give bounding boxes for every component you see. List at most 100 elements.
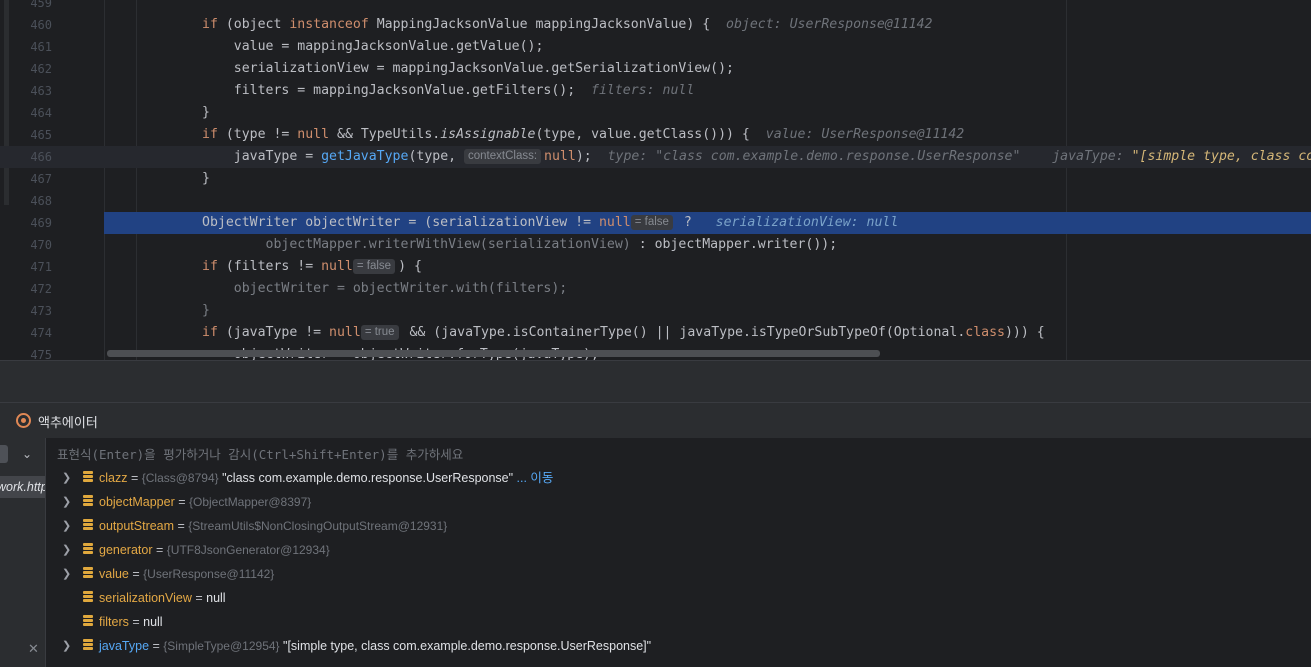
code-line[interactable]: 471 if (filters != null = false) { bbox=[0, 256, 1311, 278]
code-line[interactable]: 460 if (object instanceof MappingJacksonV… bbox=[0, 14, 1311, 36]
variable-row[interactable]: filters = null bbox=[47, 610, 1311, 634]
variable-row[interactable]: ❯ value = {UserResponse@11142} bbox=[47, 562, 1311, 586]
variable-row[interactable]: ❯ outputStream = {StreamUtils$NonClosingO… bbox=[47, 514, 1311, 538]
variable-content: javaType = {SimpleType@12954} "[simple t… bbox=[99, 634, 651, 658]
navigate-link[interactable]: ... 이동 bbox=[513, 471, 554, 485]
code-line[interactable]: 465 if (type != null && TypeUtils.isAssig… bbox=[0, 124, 1311, 146]
code-token: filters = mappingJacksonValue.getFilters… bbox=[202, 83, 592, 98]
expand-arrow-icon[interactable]: ❯ bbox=[62, 466, 71, 490]
debug-value-hint: "[simple type, class com.example.demo.re… bbox=[1131, 149, 1311, 164]
line-number[interactable]: 474 bbox=[12, 322, 52, 344]
variable-name: objectMapper bbox=[99, 495, 175, 509]
chevron-down-icon[interactable]: ⌄ bbox=[22, 447, 32, 461]
watch-expression-input[interactable] bbox=[57, 444, 1257, 464]
variable-content: value = {UserResponse@11142} bbox=[99, 562, 274, 586]
close-icon[interactable]: ✕ bbox=[28, 641, 39, 657]
frames-pane: ⌄ work.http ✕ bbox=[0, 438, 46, 667]
expand-arrow-icon[interactable]: ❯ bbox=[62, 562, 71, 586]
debug-value-hint: object: UserResponse@11142 bbox=[726, 17, 933, 32]
code-line[interactable]: 466 javaType = getJavaType(type, context… bbox=[0, 146, 1311, 168]
variable-name: filters bbox=[99, 615, 129, 629]
expand-arrow-icon[interactable]: ❯ bbox=[62, 538, 71, 562]
code-text: if (object instanceof MappingJacksonValu… bbox=[202, 14, 932, 36]
variables-tree: ❯ clazz = {Class@8794} "class com.example… bbox=[47, 466, 1311, 667]
line-number[interactable]: 468 bbox=[12, 190, 52, 212]
code-line[interactable]: 472 objectWriter = objectWriter.with(fil… bbox=[0, 278, 1311, 300]
field-icon bbox=[83, 543, 93, 556]
line-number[interactable]: 466 bbox=[12, 146, 52, 168]
line-number[interactable]: 467 bbox=[12, 168, 52, 190]
variable-row[interactable]: ❯ javaType = {SimpleType@12954} "[simple … bbox=[47, 634, 1311, 658]
code-line[interactable]: 461 value = mappingJacksonValue.getValue… bbox=[0, 36, 1311, 58]
line-number[interactable]: 472 bbox=[12, 278, 52, 300]
field-icon bbox=[83, 519, 93, 532]
variable-content: generator = {UTF8JsonGenerator@12934} bbox=[99, 538, 330, 562]
code-line[interactable]: 459 bbox=[0, 0, 1311, 14]
variable-name: generator bbox=[99, 543, 153, 557]
code-line[interactable]: 468 bbox=[0, 190, 1311, 212]
code-token: } bbox=[202, 303, 210, 318]
line-number[interactable]: 475 bbox=[12, 344, 52, 360]
code-line[interactable]: 463 filters = mappingJacksonValue.getFil… bbox=[0, 80, 1311, 102]
variable-row[interactable]: serializationView = null bbox=[47, 586, 1311, 610]
tool-window-title: 액추에이터 bbox=[38, 415, 98, 430]
line-number[interactable]: 465 bbox=[12, 124, 52, 146]
inlay-hint: = false bbox=[352, 259, 396, 274]
code-line[interactable]: 464} bbox=[0, 102, 1311, 124]
line-number[interactable]: 473 bbox=[12, 300, 52, 322]
line-number[interactable]: 464 bbox=[12, 102, 52, 124]
frame-item[interactable]: work.http bbox=[0, 476, 45, 498]
equals-sign: = bbox=[128, 615, 144, 629]
field-icon bbox=[83, 615, 93, 628]
code-line[interactable]: 462 serializationView = mappingJacksonVa… bbox=[0, 58, 1311, 80]
code-token: null bbox=[544, 149, 576, 164]
code-token: if bbox=[202, 17, 218, 32]
variable-type: {ObjectMapper@8397} bbox=[189, 495, 312, 509]
code-line[interactable]: 467} bbox=[0, 168, 1311, 190]
debug-tool-header: 액추에이터 bbox=[0, 402, 1311, 438]
variable-name: outputStream bbox=[99, 519, 175, 533]
field-icon bbox=[83, 471, 93, 484]
code-token: isAssignable bbox=[440, 127, 536, 142]
variable-value: "[simple type, class com.example.demo.re… bbox=[279, 639, 652, 653]
variable-row[interactable]: ❯ clazz = {Class@8794} "class com.example… bbox=[47, 466, 1311, 490]
equals-sign: = bbox=[191, 591, 207, 605]
code-token: getJavaType bbox=[321, 149, 409, 164]
code-line[interactable]: 474 if (javaType != null = true && (javaTy… bbox=[0, 322, 1311, 344]
actuator-icon bbox=[16, 413, 31, 428]
horizontal-scrollbar[interactable] bbox=[107, 350, 880, 357]
code-line[interactable]: 469 ObjectWriter objectWriter = (serializ… bbox=[0, 212, 1311, 234]
code-token: && (javaType.isContainerType() || javaTy… bbox=[401, 325, 966, 340]
line-number[interactable]: 459 bbox=[12, 0, 52, 14]
code-token: (filters != bbox=[217, 259, 322, 274]
line-number[interactable]: 471 bbox=[12, 256, 52, 278]
thread-selector[interactable] bbox=[0, 445, 8, 463]
equals-sign: = bbox=[152, 543, 167, 557]
code-editor[interactable]: 459 460 if (object instanceof MappingJacks… bbox=[0, 0, 1311, 360]
code-line[interactable]: 470 objectMapper.writerWithView(serializ… bbox=[0, 234, 1311, 256]
code-text: } bbox=[202, 102, 210, 124]
inlay-hint: = true bbox=[360, 325, 399, 340]
equals-sign: = bbox=[127, 471, 142, 485]
code-token: if bbox=[202, 325, 218, 340]
line-number[interactable]: 469 bbox=[12, 212, 52, 234]
code-line[interactable]: 473} bbox=[0, 300, 1311, 322]
line-number[interactable]: 462 bbox=[12, 58, 52, 80]
expand-arrow-icon[interactable]: ❯ bbox=[62, 490, 71, 514]
code-text: ObjectWriter objectWriter = (serializati… bbox=[202, 212, 898, 234]
code-token: (type != bbox=[217, 127, 298, 142]
field-icon bbox=[83, 567, 93, 580]
line-number[interactable]: 463 bbox=[12, 80, 52, 102]
code-token: (object bbox=[217, 17, 290, 32]
line-number[interactable]: 470 bbox=[12, 234, 52, 256]
line-number[interactable]: 460 bbox=[12, 14, 52, 36]
variable-row[interactable]: ❯ objectMapper = {ObjectMapper@8397} bbox=[47, 490, 1311, 514]
field-icon bbox=[83, 495, 93, 508]
variable-row[interactable]: ❯ generator = {UTF8JsonGenerator@12934} bbox=[47, 538, 1311, 562]
code-token: objectMapper.writerWithView(serializatio… bbox=[202, 237, 631, 252]
panel-splitter[interactable] bbox=[0, 360, 1311, 402]
expand-arrow-icon[interactable]: ❯ bbox=[62, 634, 71, 658]
line-number[interactable]: 461 bbox=[12, 36, 52, 58]
variable-value: "class com.example.demo.response.UserRes… bbox=[218, 471, 514, 485]
expand-arrow-icon[interactable]: ❯ bbox=[62, 514, 71, 538]
